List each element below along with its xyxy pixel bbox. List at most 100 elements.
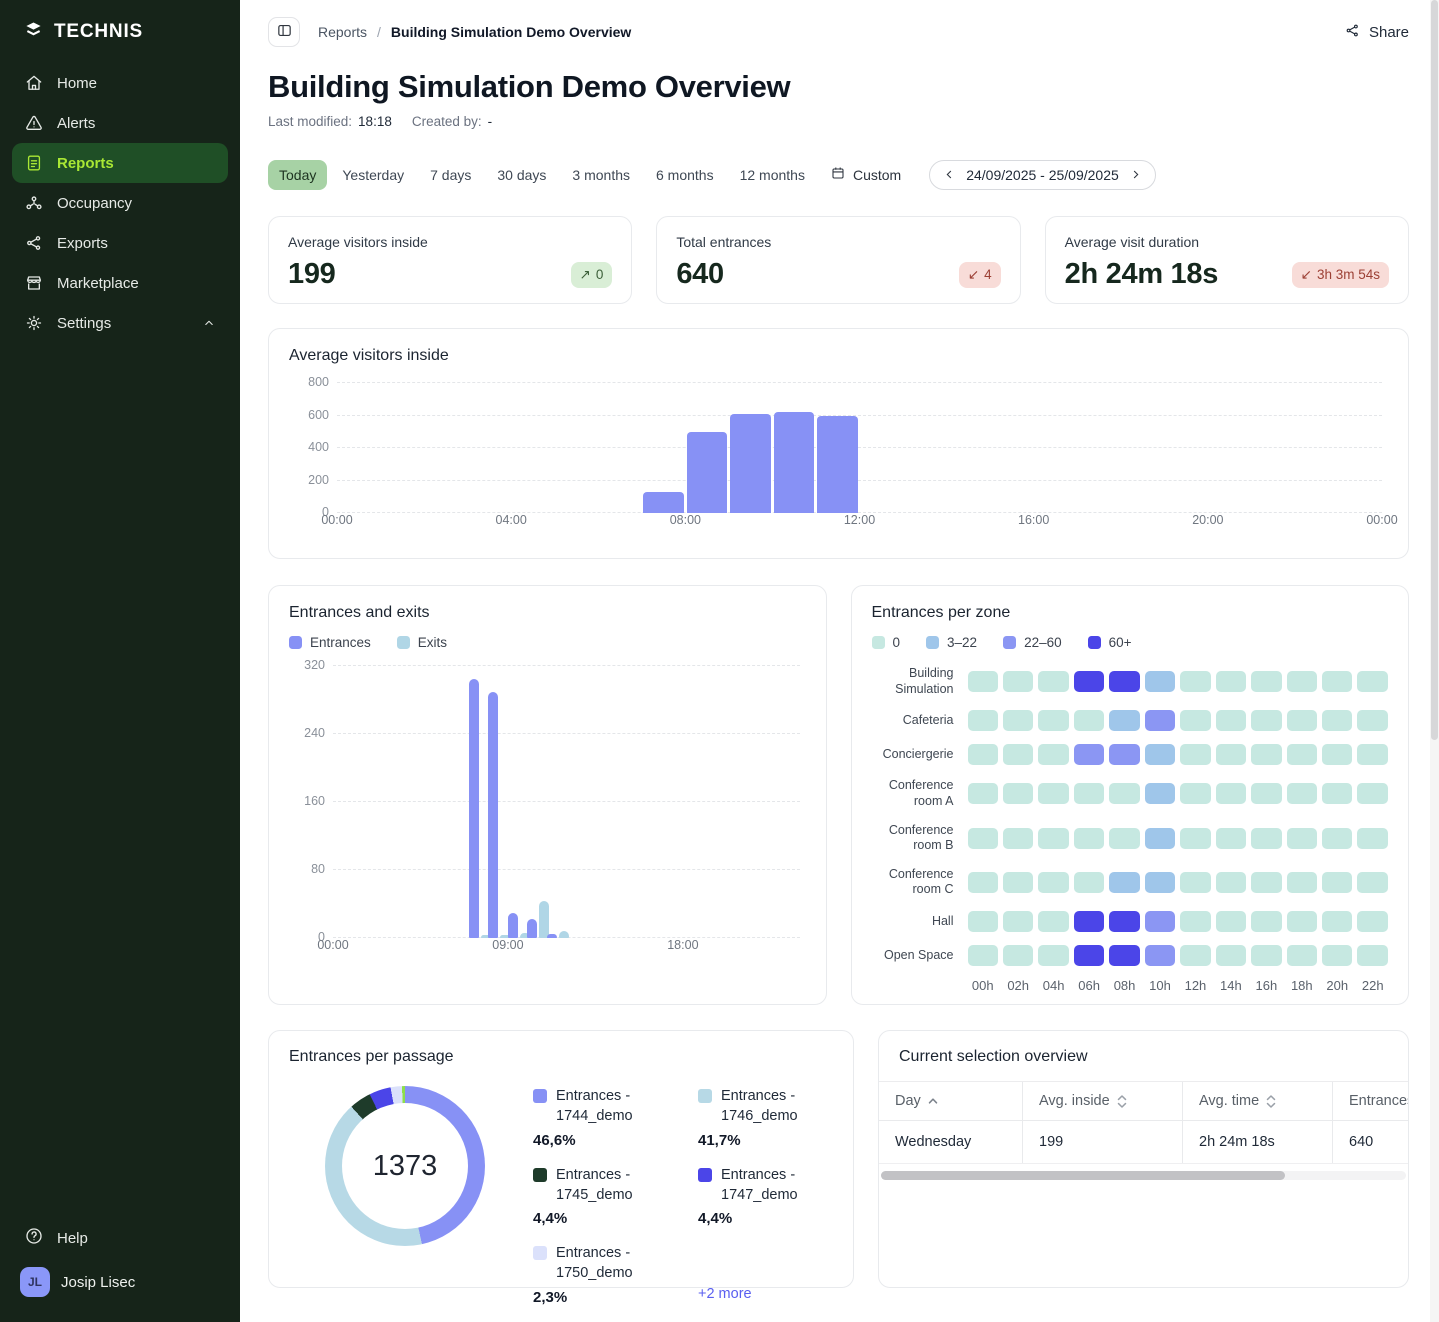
kpi-title: Total entrances [676, 234, 1000, 250]
table-row: Wednesday1992h 24m 18s640 [879, 1121, 1408, 1164]
filter-12-months[interactable]: 12 months [729, 160, 816, 190]
gridline [337, 480, 1382, 481]
sidebar-item-marketplace[interactable]: Marketplace [12, 263, 228, 303]
filter-today[interactable]: Today [268, 160, 327, 190]
filter-yesterday[interactable]: Yesterday [331, 160, 415, 190]
table-scrollbar-thumb[interactable] [881, 1171, 1285, 1180]
zone-row-cafeteria: Cafeteria [872, 710, 1389, 731]
chevron-left-icon[interactable] [943, 168, 956, 181]
x-axis-label: 00:00 [321, 513, 352, 527]
chart-title: Entrances per zone [872, 604, 1389, 622]
zone-label: Conciergerie [872, 747, 968, 763]
y-axis-label: 240 [287, 726, 325, 740]
avatar: JL [20, 1267, 50, 1297]
legend-swatch [926, 636, 939, 649]
page-scrollbar-thumb[interactable] [1431, 0, 1438, 740]
custom-range-button[interactable]: Custom [820, 158, 911, 191]
zone-label: Conference room C [872, 867, 968, 898]
arrow-down-left-icon: ↙ [968, 267, 979, 283]
zone-row-hall: Hall [872, 911, 1389, 932]
heatmap-cell [1180, 710, 1210, 731]
legend-item-exits: Exits [397, 635, 447, 650]
zone-row-open-space: Open Space [872, 945, 1389, 966]
zone-cells [968, 671, 1389, 692]
heatmap-cell [1074, 783, 1104, 804]
filter-30-days[interactable]: 30 days [486, 160, 557, 190]
page-meta: Last modified: 18:18 Created by: - [268, 114, 1409, 129]
filter-3-months[interactable]: 3 months [561, 160, 641, 190]
column-header-entrances[interactable]: Entrances [1332, 1082, 1409, 1120]
y-axis-label: 200 [291, 473, 329, 487]
sidebar-item-label: Settings [57, 315, 111, 332]
passage-legend-item: Entrances - 1746_demo41,7% [698, 1086, 833, 1149]
column-header-day[interactable]: Day [879, 1082, 1022, 1120]
chevron-right-icon[interactable] [1129, 168, 1142, 181]
zone-row-conference-room-c: Conference room C [872, 867, 1389, 898]
gridline [333, 801, 800, 802]
sidebar-item-home[interactable]: Home [12, 63, 228, 103]
heatmap-cell [1251, 828, 1281, 849]
filter-6-months[interactable]: 6 months [645, 160, 725, 190]
sidebar-item-alerts[interactable]: Alerts [12, 103, 228, 143]
gridline [333, 665, 800, 666]
zone-row-building-simulation: Building Simulation [872, 666, 1389, 697]
heatmap-cell [1145, 911, 1175, 932]
date-range-picker[interactable]: 24/09/2025 - 25/09/2025 [929, 160, 1156, 190]
table-cell: 199 [1022, 1121, 1182, 1163]
sidebar-toggle-button[interactable] [268, 17, 300, 47]
zone-row-conference-room-b: Conference room B [872, 823, 1389, 854]
date-filter-row: TodayYesterday7 days30 days3 months6 mon… [268, 158, 1409, 191]
user-menu[interactable]: JL Josip Lisec [12, 1260, 228, 1304]
heatmap-cell [968, 945, 998, 966]
table-cell: 640 [1332, 1121, 1408, 1163]
breadcrumb-reports[interactable]: Reports [318, 24, 367, 40]
visitors-bar [774, 412, 815, 513]
column-label: Avg. inside [1039, 1093, 1110, 1109]
table-cell: 2h 24m 18s [1182, 1121, 1332, 1163]
heatmap-cell [1074, 911, 1104, 932]
passage-percent: 2,3% [533, 1289, 668, 1306]
column-header-avg-time[interactable]: Avg. time [1182, 1082, 1332, 1120]
legend-label: 60+ [1109, 635, 1132, 650]
share-button[interactable]: Share [1344, 22, 1409, 43]
legend-swatch [289, 636, 302, 649]
report-icon [24, 153, 44, 173]
legend-swatch [1088, 636, 1101, 649]
heatmap-hour-label: 10h [1145, 978, 1175, 993]
heatmap-hour-label: 16h [1251, 978, 1281, 993]
entrances-exits-legend: EntrancesExits [289, 635, 806, 650]
sidebar-item-occupancy[interactable]: Occupancy [12, 183, 228, 223]
zone-row-conciergerie: Conciergerie [872, 744, 1389, 765]
table-header: Day Avg. inside Avg. timeEntrances [879, 1082, 1408, 1121]
sidebar-item-reports[interactable]: Reports [12, 143, 228, 183]
heatmap-cell [1109, 783, 1139, 804]
entrances-exits-plot: 080160240320 [333, 666, 800, 938]
y-axis-label: 320 [287, 658, 325, 672]
sidebar-item-exports[interactable]: Exports [12, 223, 228, 263]
visitors-inside-chart-card: Average visitors inside 0200400600800 00… [268, 328, 1409, 559]
breadcrumb-current: Building Simulation Demo Overview [391, 24, 631, 40]
sidebar-item-settings[interactable]: Settings [12, 303, 228, 343]
sidebar-item-help[interactable]: Help [12, 1218, 228, 1258]
heatmap-cell [1003, 945, 1033, 966]
brand-logo: TECHNIS [12, 12, 228, 49]
gridline [337, 447, 1382, 448]
passage-percent: 4,4% [698, 1210, 833, 1227]
filter-7-days[interactable]: 7 days [419, 160, 482, 190]
legend-label: 0 [893, 635, 901, 650]
kpi-row: Average visitors inside199↗0Total entran… [268, 216, 1409, 304]
heatmap-cell [1038, 783, 1068, 804]
entrances-bar [469, 679, 479, 938]
kpi-title: Average visitors inside [288, 234, 612, 250]
kpi-delta-badge: ↗0 [571, 262, 613, 288]
heatmap-cell [1109, 872, 1139, 893]
column-header-avg-inside[interactable]: Avg. inside [1022, 1082, 1182, 1120]
legend-item-22-60: 22–60 [1003, 635, 1062, 650]
visitors-inside-plot: 0200400600800 [337, 383, 1382, 513]
sort-icon [1117, 1095, 1127, 1108]
heatmap-cell [968, 911, 998, 932]
legend-label: Exits [418, 635, 447, 650]
legend-label: 22–60 [1024, 635, 1062, 650]
show-more-link[interactable]: +2 more [698, 1286, 833, 1302]
visitors-bar [730, 414, 771, 513]
